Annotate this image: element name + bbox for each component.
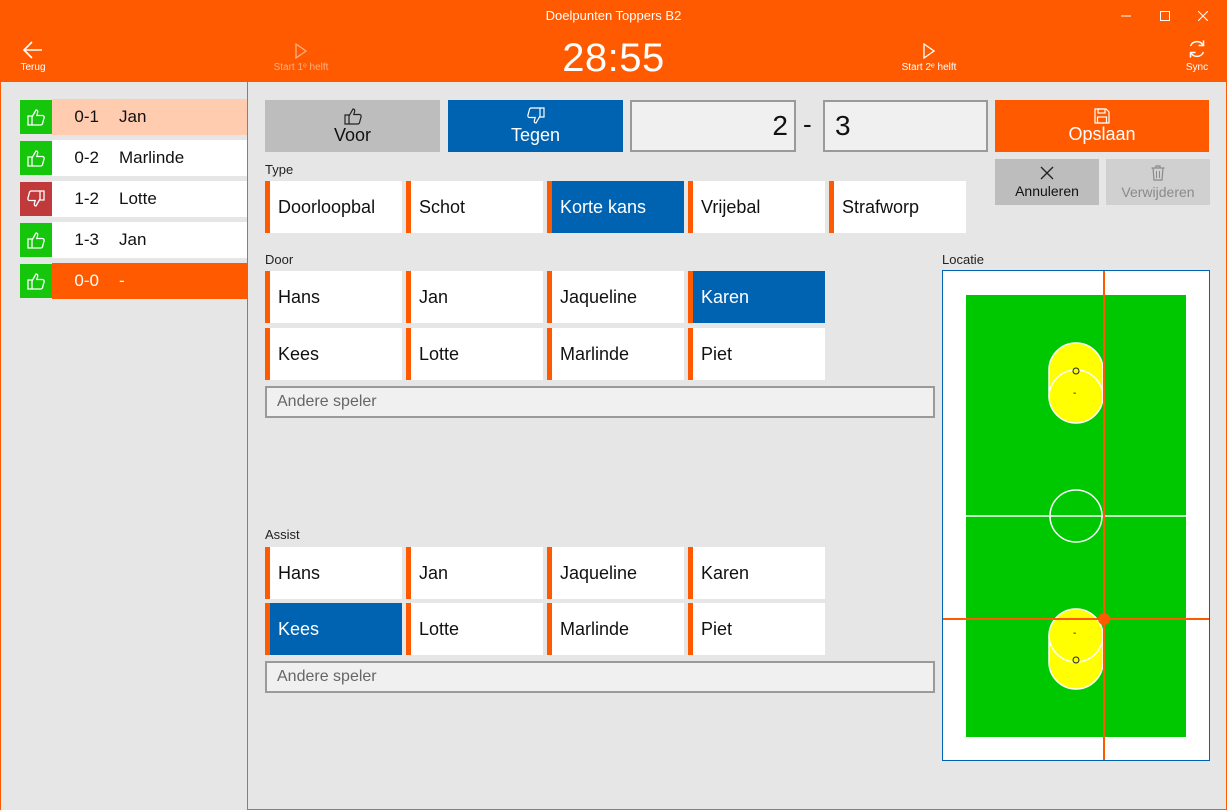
goal-player: Marlinde xyxy=(119,148,185,167)
assist-player-jan[interactable]: Jan xyxy=(406,547,543,599)
close-button[interactable] xyxy=(1180,1,1226,31)
type-option-schot[interactable]: Schot xyxy=(406,181,543,233)
delete-button[interactable]: Verwijderen xyxy=(1106,159,1210,205)
goal-player: Lotte xyxy=(119,189,157,208)
location-section-label: Locatie xyxy=(942,252,984,267)
goal-player: Jan xyxy=(119,230,147,249)
save-label: Opslaan xyxy=(1068,123,1136,144)
goal-list-item[interactable]: 0-1 Jan xyxy=(19,99,247,135)
score-separator: - xyxy=(803,109,812,139)
assist-player-karen[interactable]: Karen xyxy=(688,547,825,599)
assist-other-player-input[interactable]: Andere speler xyxy=(265,661,935,693)
door-other-player-input[interactable]: Andere speler xyxy=(265,386,935,418)
thumbs-down-icon xyxy=(526,106,545,124)
command-bar: Terug Start 1ᵉ helft 28:55 Start 2ᵉ helf… xyxy=(1,31,1226,82)
delete-label: Verwijderen xyxy=(1121,183,1195,200)
save-button[interactable]: Opslaan xyxy=(995,100,1209,152)
type-option-vrijebal[interactable]: Vrijebal xyxy=(688,181,825,233)
goal-list-item[interactable]: 1-2 Lotte xyxy=(19,181,247,217)
type-option-korte-kans[interactable]: Korte kans xyxy=(547,181,684,233)
tegen-label: Tegen xyxy=(510,124,561,145)
close-icon xyxy=(1040,166,1054,179)
bottom-zone-mark: - xyxy=(1073,628,1077,639)
top-zone-mark: - xyxy=(1073,388,1077,399)
match-clock: 28:55 xyxy=(562,36,665,80)
thumbs-up-icon xyxy=(20,100,52,134)
thumbs-down-icon xyxy=(20,182,52,216)
goal-list-item[interactable]: 1-3 Jan xyxy=(19,222,247,258)
door-player-piet[interactable]: Piet xyxy=(688,328,825,380)
tegen-button[interactable]: Tegen xyxy=(448,100,623,152)
door-player-jan[interactable]: Jan xyxy=(406,271,543,323)
cancel-button[interactable]: Annuleren xyxy=(995,159,1099,205)
cancel-label: Annuleren xyxy=(1015,182,1079,199)
goal-score: 0-1 xyxy=(74,107,99,126)
door-player-karen[interactable]: Karen xyxy=(688,271,825,323)
play-icon xyxy=(923,43,935,59)
minimize-icon xyxy=(1121,15,1131,17)
goal-score: 0-2 xyxy=(74,148,99,167)
goal-score: 0-0 xyxy=(74,271,99,290)
sync-icon xyxy=(1189,40,1205,58)
assist-player-kees[interactable]: Kees xyxy=(265,603,402,655)
window-title: Doelpunten Toppers B2 xyxy=(545,8,682,23)
goal-list-item-selected[interactable]: 0-0 - xyxy=(19,263,247,299)
start-second-half-label: Start 2ᵉ helft xyxy=(901,62,957,73)
goal-score: 1-3 xyxy=(74,230,99,249)
start-second-half-button[interactable]: Start 2ᵉ helft xyxy=(889,31,969,82)
door-player-lotte[interactable]: Lotte xyxy=(406,328,543,380)
assist-section-label: Assist xyxy=(265,527,300,542)
goal-player: Jan xyxy=(119,107,147,126)
voor-label: Voor xyxy=(333,124,372,145)
door-section-label: Door xyxy=(265,252,294,267)
assist-player-jaqueline[interactable]: Jaqueline xyxy=(547,547,684,599)
goal-list: 0-1 Jan 0-2 Marlinde 1-2 Lotte 1-3 Jan 0… xyxy=(1,82,248,810)
type-section-label: Type xyxy=(265,162,294,177)
door-player-kees[interactable]: Kees xyxy=(265,328,402,380)
thumbs-up-icon xyxy=(343,107,362,125)
assist-player-marlinde[interactable]: Marlinde xyxy=(547,603,684,655)
save-icon xyxy=(1094,107,1110,124)
type-option-doorloopbal[interactable]: Doorloopbal xyxy=(265,181,402,233)
score-home-input[interactable]: 2 xyxy=(630,100,796,152)
title-bar: Doelpunten Toppers B2 xyxy=(1,1,1226,31)
close-icon xyxy=(1198,11,1208,21)
sync-button[interactable]: Sync xyxy=(1177,31,1217,82)
type-option-strafworp[interactable]: Strafworp xyxy=(829,181,966,233)
assist-player-lotte[interactable]: Lotte xyxy=(406,603,543,655)
assist-player-piet[interactable]: Piet xyxy=(688,603,825,655)
voor-button[interactable]: Voor xyxy=(265,100,440,152)
door-player-jaqueline[interactable]: Jaqueline xyxy=(547,271,684,323)
goal-list-item[interactable]: 0-2 Marlinde xyxy=(19,140,247,176)
app-window: Doelpunten Toppers B2 Terug Start 1ᵉ hel… xyxy=(0,0,1227,810)
thumbs-up-icon xyxy=(20,141,52,175)
thumbs-up-icon xyxy=(20,264,52,298)
goal-score: 1-2 xyxy=(74,189,99,208)
door-player-hans[interactable]: Hans xyxy=(265,271,402,323)
score-away-input[interactable]: 3 xyxy=(823,100,988,152)
thumbs-up-icon xyxy=(20,223,52,257)
maximize-icon xyxy=(1160,11,1170,21)
location-field[interactable]: - - xyxy=(942,270,1210,761)
korfball-field-diagram xyxy=(943,271,1209,760)
assist-player-hans[interactable]: Hans xyxy=(265,547,402,599)
trash-icon xyxy=(1151,164,1165,181)
door-player-marlinde[interactable]: Marlinde xyxy=(547,328,684,380)
goal-player: - xyxy=(119,271,125,290)
sync-label: Sync xyxy=(1185,62,1209,73)
